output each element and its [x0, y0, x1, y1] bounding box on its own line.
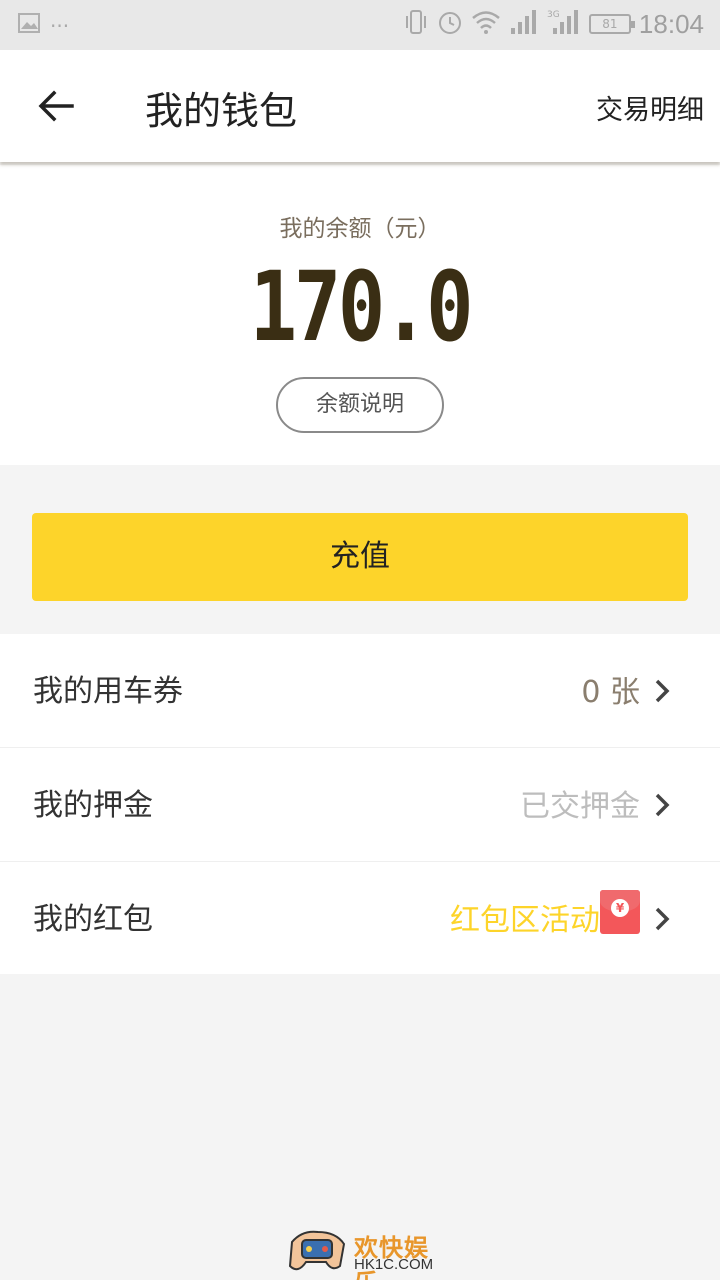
signal-3g-icon: 3G	[547, 8, 581, 40]
list-item-red-envelope[interactable]: 我的红包 红包区活动 ¥	[0, 862, 720, 974]
gamepad-hand-icon	[288, 1230, 346, 1271]
svg-text:3G: 3G	[547, 10, 560, 20]
chevron-right-icon	[655, 679, 670, 703]
alarm-icon	[437, 8, 463, 40]
battery-icon: 81	[588, 14, 635, 34]
watermark-logo: 欢快娱乐 HK1C.COM	[282, 1222, 452, 1280]
status-bar: ··· 3G 81 18:04	[0, 0, 720, 50]
list-item-label: 我的押金	[33, 788, 153, 823]
list-item-coupons[interactable]: 我的用车券 0 张	[0, 634, 720, 748]
red-envelope-icon: ¥	[600, 890, 640, 934]
red-envelope-activity: 红包区活动	[450, 903, 600, 938]
app-header: 我的钱包 交易明细	[0, 50, 720, 162]
watermark-url: HK1C.COM	[354, 1256, 434, 1273]
signal-icon	[509, 8, 539, 40]
page-title: 我的钱包	[145, 89, 298, 133]
status-bar-right: 3G 81 18:04	[403, 8, 704, 40]
status-bar-left: ···	[18, 13, 69, 38]
wifi-icon	[471, 9, 501, 39]
transaction-details-link[interactable]: 交易明细	[596, 88, 704, 127]
chevron-right-icon	[655, 907, 670, 931]
chevron-right-icon	[655, 793, 670, 817]
deposit-status: 已交押金	[520, 789, 640, 824]
balance-label: 我的余额（元）	[279, 216, 441, 242]
arrow-left-icon	[38, 90, 74, 122]
clock: 18:04	[638, 8, 704, 39]
list-item-label: 我的用车券	[33, 674, 183, 709]
balance-amount: 170.0	[249, 251, 474, 363]
list-item-label: 我的红包	[33, 902, 153, 937]
wallet-list: 我的用车券 0 张 我的押金 已交押金 我的红包 红包区活动 ¥	[0, 634, 720, 974]
list-item-deposit[interactable]: 我的押金 已交押金	[0, 748, 720, 862]
image-icon	[18, 13, 40, 38]
balance-section: 我的余额（元） 170.0 余额说明	[0, 165, 720, 465]
recharge-button[interactable]: 充值	[32, 513, 688, 601]
coupon-count: 0 张	[581, 675, 640, 710]
vibrate-icon	[403, 8, 429, 40]
more-notifications: ···	[50, 13, 70, 38]
back-button[interactable]	[32, 82, 80, 130]
balance-explain-button[interactable]: 余额说明	[276, 377, 444, 433]
